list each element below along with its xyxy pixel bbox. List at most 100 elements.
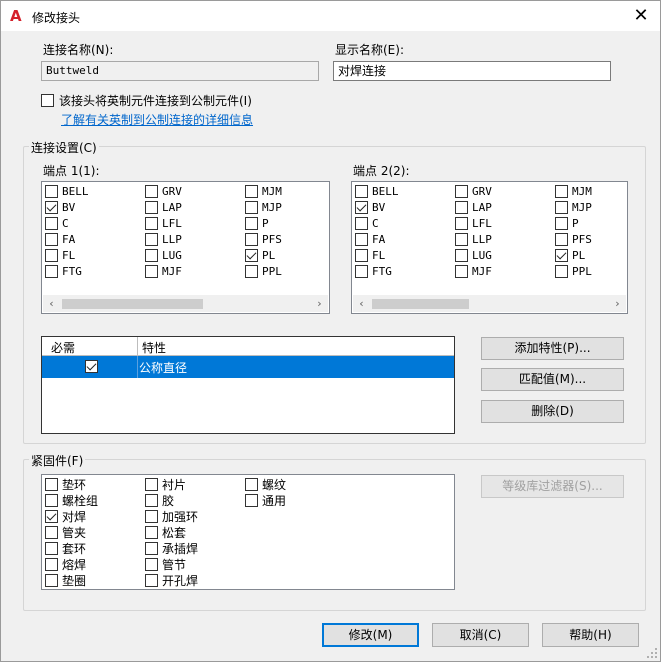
list-item[interactable]: BELL — [355, 183, 399, 199]
required-column-header[interactable]: 必需 — [51, 339, 75, 356]
item-checkbox[interactable] — [355, 184, 368, 198]
item-checkbox[interactable] — [455, 184, 468, 198]
port1-horizontal-scrollbar[interactable]: ‹ › — [43, 295, 328, 312]
item-checkbox[interactable] — [455, 216, 468, 230]
item-checkbox[interactable] — [455, 264, 468, 278]
display-name-field[interactable]: 对焊连接 — [333, 61, 611, 81]
list-item[interactable]: LLP — [455, 231, 492, 247]
item-checkbox[interactable] — [145, 525, 158, 539]
list-item[interactable]: 承插焊 — [145, 540, 198, 556]
item-checkbox[interactable] — [145, 557, 158, 571]
list-item[interactable]: 对焊 — [45, 508, 86, 524]
list-item[interactable]: PFS — [555, 231, 592, 247]
list-item[interactable]: GRV — [145, 183, 182, 199]
item-checkbox[interactable] — [145, 264, 158, 278]
list-item[interactable]: BV — [355, 199, 385, 215]
item-checkbox[interactable] — [45, 264, 58, 278]
item-checkbox[interactable] — [245, 248, 258, 262]
list-item[interactable]: GRV — [455, 183, 492, 199]
required-checkbox[interactable] — [85, 360, 98, 373]
item-checkbox[interactable] — [145, 232, 158, 246]
item-checkbox[interactable] — [555, 264, 568, 278]
list-item[interactable]: FL — [45, 247, 75, 263]
item-checkbox[interactable] — [555, 232, 568, 246]
list-item[interactable]: PL — [555, 247, 585, 263]
scroll-left-icon[interactable]: ‹ — [43, 295, 60, 312]
item-checkbox[interactable] — [45, 573, 58, 587]
item-checkbox[interactable] — [145, 248, 158, 262]
list-item[interactable]: 加强环 — [145, 508, 198, 524]
list-item[interactable]: FTG — [355, 263, 392, 279]
port2-horizontal-scrollbar[interactable]: ‹ › — [353, 295, 626, 312]
item-checkbox[interactable] — [145, 541, 158, 555]
list-item[interactable]: FA — [355, 231, 385, 247]
scroll-left-icon[interactable]: ‹ — [353, 295, 370, 312]
list-item[interactable]: LLP — [145, 231, 182, 247]
item-checkbox[interactable] — [45, 200, 58, 214]
item-checkbox[interactable] — [355, 216, 368, 230]
list-item[interactable]: FA — [45, 231, 75, 247]
list-item[interactable]: MJP — [555, 199, 592, 215]
scroll-right-icon[interactable]: › — [311, 295, 328, 312]
match-values-button[interactable]: 匹配值(M)... — [481, 368, 624, 391]
resize-grip-icon[interactable] — [646, 647, 658, 659]
item-checkbox[interactable] — [45, 541, 58, 555]
list-item[interactable]: PFS — [245, 231, 282, 247]
item-checkbox[interactable] — [555, 216, 568, 230]
list-item[interactable]: 螺栓组 — [45, 492, 98, 508]
list-item[interactable]: BV — [45, 199, 75, 215]
item-checkbox[interactable] — [245, 493, 258, 507]
list-item[interactable]: LUG — [145, 247, 182, 263]
item-checkbox[interactable] — [245, 264, 258, 278]
scroll-thumb[interactable] — [62, 299, 203, 309]
title-bar[interactable]: A 修改接头 ✕ — [1, 1, 660, 32]
list-item[interactable]: FTG — [45, 263, 82, 279]
imperial-metric-details-link[interactable]: 了解有关英制到公制连接的详细信息 — [61, 111, 253, 128]
list-item[interactable]: LUG — [455, 247, 492, 263]
properties-grid[interactable]: 必需 特性 公称直径 — [41, 336, 455, 434]
item-checkbox[interactable] — [355, 232, 368, 246]
item-checkbox[interactable] — [245, 200, 258, 214]
modify-button[interactable]: 修改(M) — [322, 623, 419, 647]
list-item[interactable]: FL — [355, 247, 385, 263]
cancel-button[interactable]: 取消(C) — [432, 623, 529, 647]
list-item[interactable]: 螺纹 — [245, 476, 286, 492]
item-checkbox[interactable] — [245, 477, 258, 491]
imperial-to-metric-option[interactable]: 该接头将英制元件连接到公制元件(I) — [41, 92, 252, 109]
item-checkbox[interactable] — [145, 509, 158, 523]
item-checkbox[interactable] — [45, 509, 58, 523]
item-checkbox[interactable] — [455, 200, 468, 214]
item-checkbox[interactable] — [145, 477, 158, 491]
list-item[interactable]: 垫圈 — [45, 572, 86, 588]
list-item[interactable]: LAP — [455, 199, 492, 215]
item-checkbox[interactable] — [245, 232, 258, 246]
list-item[interactable]: LAP — [145, 199, 182, 215]
list-item[interactable]: MJM — [555, 183, 592, 199]
item-checkbox[interactable] — [355, 264, 368, 278]
list-item[interactable]: C — [45, 215, 69, 231]
list-item[interactable]: 套环 — [45, 540, 86, 556]
list-item[interactable]: 开孔焊 — [145, 572, 198, 588]
item-checkbox[interactable] — [45, 525, 58, 539]
list-item[interactable]: LFL — [145, 215, 182, 231]
item-checkbox[interactable] — [45, 232, 58, 246]
list-item[interactable]: 通用 — [245, 492, 286, 508]
delete-button[interactable]: 删除(D) — [481, 400, 624, 423]
scroll-thumb[interactable] — [372, 299, 469, 309]
item-checkbox[interactable] — [355, 200, 368, 214]
item-checkbox[interactable] — [245, 216, 258, 230]
list-item[interactable]: 胶 — [145, 492, 174, 508]
list-item[interactable]: 衬片 — [145, 476, 186, 492]
list-item[interactable]: 管夹 — [45, 524, 86, 540]
item-checkbox[interactable] — [455, 232, 468, 246]
item-checkbox[interactable] — [555, 184, 568, 198]
item-checkbox[interactable] — [245, 184, 258, 198]
list-item[interactable]: C — [355, 215, 379, 231]
list-item[interactable]: 管节 — [145, 556, 186, 572]
item-checkbox[interactable] — [145, 216, 158, 230]
item-checkbox[interactable] — [45, 477, 58, 491]
imperial-to-metric-checkbox[interactable] — [41, 94, 54, 107]
list-item[interactable]: 松套 — [145, 524, 186, 540]
close-icon[interactable]: ✕ — [628, 4, 654, 28]
list-item[interactable]: 垫环 — [45, 476, 86, 492]
